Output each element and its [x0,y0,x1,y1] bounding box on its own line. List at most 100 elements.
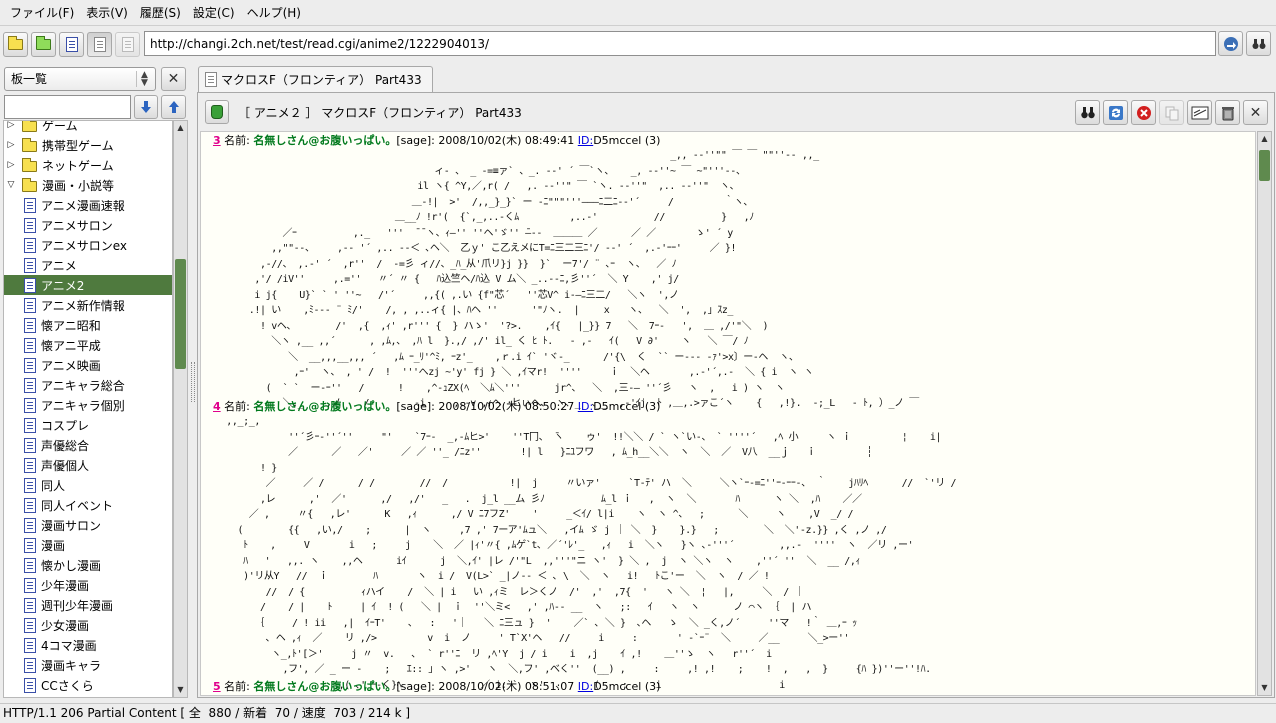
expand-icon[interactable]: ▷ [6,140,16,150]
main-toolbar [0,28,1276,60]
tree-item-label: 懐アニ昭和 [41,318,101,333]
tree-board[interactable]: コスプレ [4,415,172,435]
tree-board[interactable]: アニメ [4,255,172,275]
post-header: 3 名前: 名無しさん@お腹いっぱい。[sage]: 2008/10/02(木)… [213,132,660,148]
tree-board[interactable]: アニメサロンex [4,235,172,255]
ascii-art-line: ﾊ ' ,,. ヽ ,,ヘ iｲ j ＼,ｲ' |レ /'"L ,,'''"ニ … [215,555,861,567]
tree-board[interactable]: 同人 [4,475,172,495]
thread-scrollbar[interactable]: ▲ ▼ [1257,131,1272,696]
pane-splitter[interactable] [191,362,195,402]
scroll-down-icon[interactable]: ▼ [1258,681,1271,695]
board-list-select[interactable]: 板一覧 ▲ ▼ [4,67,156,91]
board-icon [24,377,36,393]
ascii-art-line: ／ ／ / / / // / !| j 〃いァ' `T-ﾃ' ハ ＼ ＼ヽ`ｰ-… [215,478,957,489]
tree-board[interactable]: 懐かし漫画 [4,555,172,575]
tree-board[interactable]: 同人イベント [4,495,172,515]
tree-item-label: 漫画・小説等 [42,178,115,193]
stop-loading-button[interactable] [1131,100,1156,125]
thread-scroll-thumb[interactable] [1259,150,1270,181]
tree-folder[interactable]: ▷ 携帯型ゲーム [4,135,172,155]
ascii-art-line: ,ｰ' ヽ、 , ' / ! '''へzj ~'y' fj } ＼ ,ｲマr! … [215,367,814,378]
board-icon [24,197,36,213]
tree-board[interactable]: アニメ2 [4,275,172,295]
image-view-button[interactable] [115,31,140,57]
post-id-link[interactable]: ID: [578,134,593,147]
thread-title: ［ アニメ２ ］ マクロスF（フロンティア） Part433 [238,106,522,120]
board-tree-scrollbar[interactable]: ▲ ▼ [173,120,188,698]
tree-board[interactable]: アニキャラ総合 [4,375,172,395]
close-thread-button[interactable]: ✕ [1243,100,1268,125]
menu-help[interactable]: ヘルプ(H) [241,0,307,26]
menu-settings[interactable]: 設定(C) [187,0,241,26]
menu-history[interactable]: 履歴(S) [134,0,187,26]
tree-board[interactable]: 漫画キャラ [4,655,172,675]
tree-item-label: ネットゲーム [42,158,114,173]
tree-board[interactable]: 懐アニ平成 [4,335,172,355]
post-id-link[interactable]: ID: [578,680,593,693]
tree-board[interactable]: 漫画サロン [4,515,172,535]
scroll-down-icon[interactable]: ▼ [174,683,187,697]
tree-board[interactable]: 声優総合 [4,435,172,455]
post-number[interactable]: 3 [213,134,221,147]
tree-item-label: 週刊少年漫画 [41,598,114,613]
thread-status-button[interactable] [205,100,229,124]
tree-board[interactable]: 4コマ漫画 [4,635,172,655]
tree-board[interactable]: アニメ漫画速報 [4,195,172,215]
tree-item-label: アニキャラ総合 [41,378,125,393]
search-prev-button[interactable] [161,95,186,119]
menu-view[interactable]: 表示(V) [80,0,134,26]
search-button[interactable] [1075,100,1100,125]
board-icon [24,437,36,453]
arrow-down-icon [141,101,151,113]
tree-board[interactable]: 漫画 [4,535,172,555]
ascii-art-line: ,'/ /iV'' ,.='' 〃´ 〃 { ﾊ込竺ヘ/ﾊ込 V ム＼ _..-… [215,274,679,285]
ascii-art-line: ＿-!| >' /,,_}_}` ー ‐ﾆ"""'''―――ﾆ二ﾆ-‐'´ / … [215,196,754,208]
tree-item-label: 同人 [41,478,66,493]
tree-folder[interactable]: ▷ ネットゲーム [4,155,172,175]
board-list-select-value: 板一覧 [11,72,48,86]
tree-board[interactable]: 声優個人 [4,455,172,475]
tree-folder[interactable]: ▷ ゲーム [4,121,172,135]
menu-file[interactable]: ファイル(F) [4,0,80,26]
board-icon [24,657,36,673]
post-number[interactable]: 4 [213,400,221,413]
post-id-link[interactable]: ID: [578,400,593,413]
tree-board[interactable]: アニメ映画 [4,355,172,375]
tree-board[interactable]: アニメ新作情報 [4,295,172,315]
open-board-list-button[interactable] [3,31,28,57]
tree-board[interactable]: 週刊少年漫画 [4,595,172,615]
folder-icon [22,178,37,192]
expand-icon[interactable]: ▷ [6,121,16,130]
go-button[interactable] [1218,31,1243,56]
tree-item-label: 漫画 [41,538,66,553]
write-button[interactable] [1187,100,1212,125]
url-input[interactable] [144,31,1216,56]
tree-board[interactable]: CCさくら [4,675,172,695]
stop-button[interactable] [1246,31,1271,56]
tree-board[interactable]: アニメサロン [4,215,172,235]
thread-view-button[interactable] [87,31,112,57]
board-search-input[interactable] [4,95,131,119]
scroll-up-icon[interactable]: ▲ [174,121,187,135]
thread-list-button[interactable] [59,31,84,57]
close-icon: ✕ [167,71,180,87]
ascii-art-line: ｛ / ! ii ,| ｲｰT' ､ : '｜ ＼ ﾆ三ュ } ' ／` ､ ＼… [215,617,857,629]
open-favorites-button[interactable] [31,31,56,57]
tree-board[interactable]: アニキャラ個別 [4,395,172,415]
scroll-up-icon[interactable]: ▲ [1258,132,1271,146]
tree-item-label: 懐かし漫画 [41,558,102,573]
tree-board[interactable]: 少年漫画 [4,575,172,595]
board-tree-scroll-thumb[interactable] [175,259,186,369]
expand-icon[interactable]: ▷ [6,160,16,170]
collapse-icon[interactable]: ▽ [6,180,16,190]
reload-button[interactable] [1103,100,1128,125]
tree-board[interactable]: 少女漫画 [4,615,172,635]
tree-board[interactable]: 懐アニ昭和 [4,315,172,335]
tree-folder[interactable]: ▽ 漫画・小説等 [4,175,172,195]
tab-thread[interactable]: マクロスF（フロンティア） Part433 [198,66,433,92]
copy-button[interactable] [1159,100,1184,125]
delete-button[interactable] [1215,100,1240,125]
search-next-button[interactable] [134,95,158,119]
close-board-list-button[interactable]: ✕ [161,67,186,91]
post-number[interactable]: 5 [213,680,221,693]
